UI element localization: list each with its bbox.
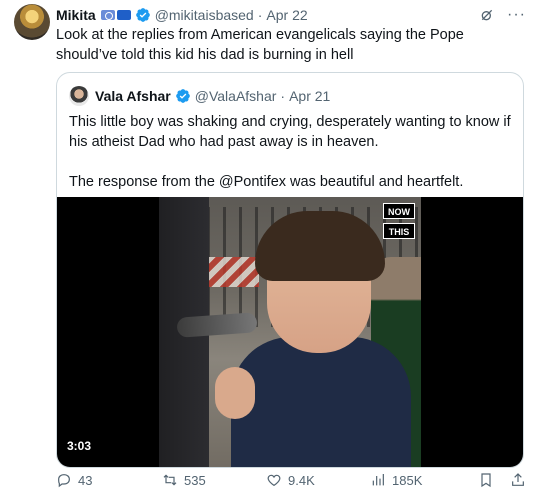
nowthis-logo-bottom: THIS — [383, 223, 415, 239]
separator-dot: · — [280, 88, 286, 104]
tweet-date[interactable]: Apr 22 — [266, 7, 307, 23]
reply-button[interactable]: 43 — [56, 472, 162, 488]
tweet[interactable]: Mikita @mikitaisbased · Apr 22 ··· Look … — [0, 0, 540, 490]
tweet-text: Look at the replies from American evange… — [56, 27, 464, 63]
quote-date[interactable]: Apr 21 — [289, 88, 330, 104]
action-bar: 43 535 9.4K 185K — [56, 471, 526, 489]
bookmark-button[interactable] — [478, 472, 494, 488]
heart-icon — [267, 474, 281, 487]
video-duration: 3:03 — [67, 439, 92, 453]
boy-hand — [215, 367, 255, 419]
flag-icon — [100, 10, 115, 20]
views-icon — [372, 474, 384, 486]
boy-jacket — [231, 337, 411, 467]
quote-author-handle[interactable]: @ValaAfshar — [195, 88, 277, 104]
share-icon — [512, 473, 524, 486]
like-count: 9.4K — [288, 472, 315, 488]
quote-paragraph-1: This little boy was shaking and crying, … — [69, 114, 511, 150]
quote-paragraph-2: The response from the @Pontifex was beau… — [69, 174, 464, 190]
author-name[interactable]: Mikita — [56, 7, 96, 23]
retweet-button[interactable]: 535 — [162, 472, 266, 488]
grok-icon[interactable] — [479, 7, 495, 23]
quote-avatar[interactable] — [69, 86, 89, 106]
verified-icon — [135, 7, 151, 23]
video-frame: NOW THIS — [159, 197, 421, 467]
quoted-tweet[interactable]: Vala Afshar @ValaAfshar · Apr 21 This li… — [56, 72, 524, 468]
verified-icon — [175, 88, 191, 104]
reply-icon — [58, 474, 70, 488]
tweet-header: Mikita @mikitaisbased · Apr 22 ··· — [56, 5, 526, 25]
retweet-icon — [163, 474, 177, 486]
author-handle[interactable]: @mikitaisbased — [155, 7, 254, 23]
share-button[interactable] — [510, 472, 526, 488]
quote-author-name[interactable]: Vala Afshar — [95, 88, 171, 104]
views-count: 185K — [392, 472, 423, 488]
bookmark-icon — [481, 473, 491, 488]
reply-count: 43 — [78, 472, 93, 488]
views-button[interactable]: 185K — [370, 472, 478, 488]
more-icon[interactable]: ··· — [507, 7, 526, 23]
avatar[interactable] — [14, 4, 50, 40]
quote-header: Vala Afshar @ValaAfshar · Apr 21 — [69, 86, 330, 106]
badge-icon — [116, 10, 131, 20]
nowthis-logo-top: NOW — [383, 203, 415, 219]
microphone — [176, 312, 258, 338]
retweet-count: 535 — [184, 472, 206, 488]
separator-dot: · — [257, 7, 263, 23]
like-button[interactable]: 9.4K — [266, 472, 370, 488]
video-player[interactable]: NOW THIS 3:03 — [57, 197, 523, 467]
